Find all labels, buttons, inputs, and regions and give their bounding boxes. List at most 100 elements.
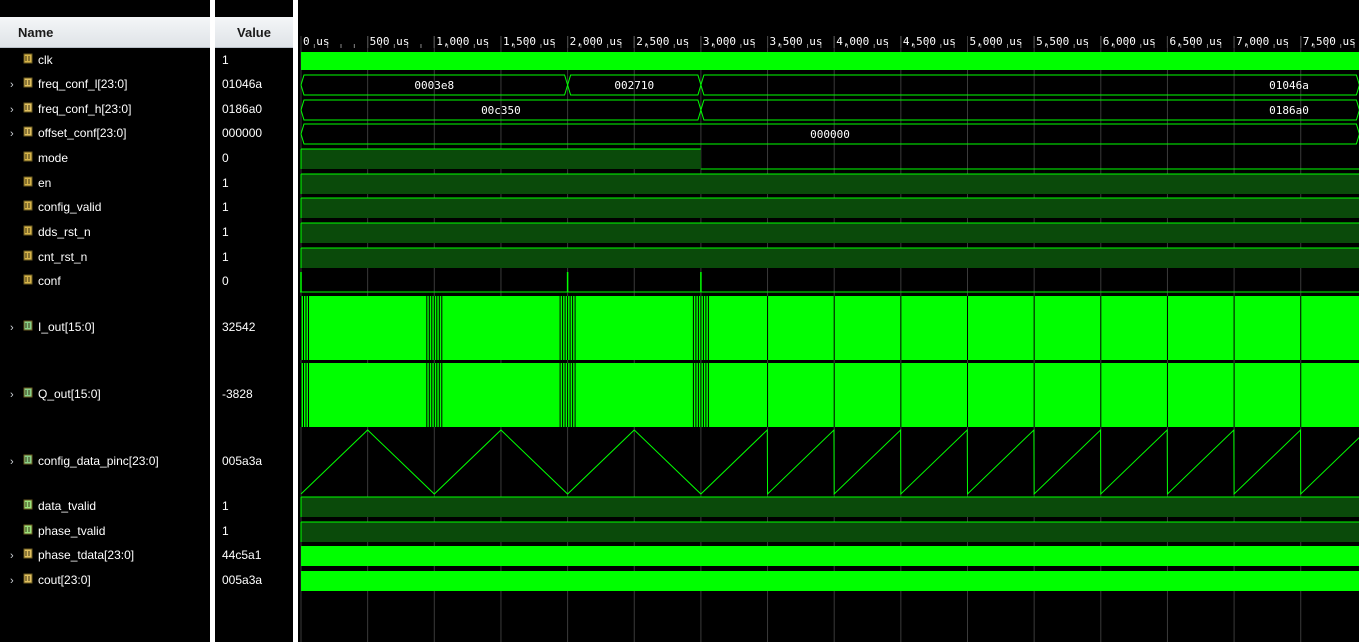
signal-row-config_valid[interactable]: config_valid [10, 200, 101, 214]
signal-row-conf[interactable]: conf [10, 274, 61, 288]
bus-value-label: 002710 [614, 79, 654, 92]
waveform-trace[interactable] [300, 222, 1359, 243]
waveform-trace[interactable] [301, 571, 1359, 591]
tick-label: 4,500 us [903, 35, 956, 48]
waveform-trace[interactable]: 00c350 0186a0 [300, 99, 1359, 121]
single-bit-icon [22, 176, 34, 190]
bus-value-label: 0186a0 [1269, 104, 1309, 117]
signal-row-config_data_pinc[interactable]: › config_data_pinc[23:0] [10, 454, 159, 468]
tick-label: 3,000 us [703, 35, 756, 48]
tick-label: 5,500 us [1036, 35, 1089, 48]
signal-row-phase_tdata[interactable]: › phase_tdata[23:0] [10, 548, 134, 562]
signal-name: data_tvalid [38, 499, 97, 513]
signal-row-clk[interactable]: clk [10, 53, 53, 67]
signal-row-q_out[interactable]: › Q_out[15:0] [10, 387, 101, 401]
dense-activity-band [301, 571, 1359, 591]
high-level-fill [301, 149, 701, 169]
signal-name: offset_conf[23:0] [38, 126, 127, 140]
signal-name: phase_tvalid [38, 524, 106, 538]
chevron-right-icon[interactable]: › [10, 575, 22, 587]
bus-icon [22, 548, 34, 562]
waveform-trace[interactable] [300, 272, 1359, 293]
signal-value: 1 [222, 176, 229, 190]
chevron-right-icon[interactable]: › [10, 104, 22, 116]
signal-name: Q_out[15:0] [38, 387, 101, 401]
signal-value: 32542 [222, 320, 256, 334]
waveform-trace[interactable] [301, 546, 1359, 566]
analog-bus-icon [22, 454, 34, 468]
signal-name: conf [38, 274, 61, 288]
single-bit-icon [22, 250, 34, 264]
time-ruler[interactable]: 0 us 500 us 1,000 us 1,500 us 2,000 us 2,500 … [300, 35, 1356, 48]
signal-value: 1 [222, 524, 229, 538]
signal-value: 1 [222, 250, 229, 264]
high-level-fill [301, 522, 1359, 542]
waveform-trace[interactable] [300, 173, 1359, 194]
signal-value: 01046a [222, 77, 263, 91]
signal-name: dds_rst_n [38, 225, 91, 239]
chevron-right-icon[interactable]: › [10, 128, 22, 140]
signal-name: config_valid [38, 200, 102, 214]
signal-name: I_out[15:0] [38, 320, 95, 334]
single-bit-icon [22, 274, 34, 288]
single-bit-icon [22, 53, 34, 67]
waveform-trace[interactable] [300, 197, 1359, 218]
bus-value-label: 000000 [810, 128, 850, 141]
high-level-fill [301, 223, 1359, 243]
chevron-right-icon[interactable]: › [10, 389, 22, 401]
signal-row-cout[interactable]: › cout[23:0] [10, 573, 91, 587]
signal-value: 000000 [222, 126, 263, 140]
signal-row-en[interactable]: en [10, 176, 51, 190]
signal-value: -3828 [222, 387, 253, 401]
waveform-divider[interactable] [293, 0, 298, 642]
signal-value: 005a3a [222, 454, 263, 468]
waveform-canvas[interactable]: 0 us 500 us 1,000 us 1,500 us 2,000 us 2,500 … [300, 0, 1359, 642]
bus-segment [700, 99, 1359, 121]
waveform-trace[interactable] [300, 296, 1359, 360]
chevron-right-icon[interactable]: › [10, 79, 22, 91]
name-column-header[interactable]: Name [0, 17, 210, 48]
tick-label: 6,500 us [1169, 35, 1222, 48]
waveform-trace[interactable] [301, 52, 1359, 70]
signal-row-dds_rst_n[interactable]: dds_rst_n [10, 225, 91, 239]
signal-row-i_out[interactable]: › I_out[15:0] [10, 320, 95, 334]
signal-name: phase_tdata[23:0] [38, 548, 135, 562]
signal-row-cnt_rst_n[interactable]: cnt_rst_n [10, 250, 87, 264]
signal-value: 44c5a1 [222, 548, 262, 562]
signal-name: cout[23:0] [38, 573, 91, 587]
chevron-right-icon[interactable]: › [10, 322, 22, 334]
signal-row-phase_tvalid[interactable]: phase_tvalid [10, 524, 105, 538]
signal-name: freq_conf_l[23:0] [38, 77, 128, 91]
signal-row-freq_conf_l[interactable]: › freq_conf_l[23:0] [10, 77, 127, 91]
value-column-header[interactable]: Value [215, 17, 293, 48]
bus-icon [22, 77, 34, 91]
signal-row-offset_conf[interactable]: › offset_conf[23:0] [10, 126, 127, 140]
waveform-trace[interactable] [300, 521, 1359, 542]
tick-label: 6,000 us [1103, 35, 1156, 48]
waveform-trace[interactable] [300, 363, 1359, 427]
waveform-panel[interactable]: 0 us 500 us 1,000 us 1,500 us 2,000 us 2,500 … [300, 0, 1359, 642]
high-level-fill [301, 174, 1359, 194]
signal-value: 005a3a [222, 573, 263, 587]
waveform-trace[interactable] [300, 148, 1359, 170]
waveform-trace[interactable] [300, 428, 1359, 496]
chevron-right-icon[interactable]: › [10, 456, 22, 468]
signal-name: clk [38, 53, 53, 67]
signal-row-mode[interactable]: mode [10, 151, 68, 165]
chevron-right-icon[interactable]: › [10, 550, 22, 562]
tick-label: 500 us [370, 35, 410, 48]
tick-label: 5,000 us [970, 35, 1023, 48]
bus-icon [22, 102, 34, 116]
waveform-trace[interactable] [300, 247, 1359, 268]
bus-value-label: 00c350 [481, 104, 521, 117]
high-level-fill [301, 198, 1359, 218]
high-level-fill [301, 248, 1359, 268]
signal-row-data_tvalid[interactable]: data_tvalid [10, 499, 96, 513]
waveform-trace[interactable] [300, 496, 1359, 517]
tick-label: 7,500 us [1303, 35, 1356, 48]
signal-row-freq_conf_h[interactable]: › freq_conf_h[23:0] [10, 102, 131, 116]
tick-label: 0 us [303, 35, 330, 48]
output-bit-icon [22, 524, 34, 538]
waveform-trace[interactable]: 0003e8 002710 01046a [300, 74, 1359, 96]
waveform-trace[interactable]: 000000 [300, 123, 1359, 145]
